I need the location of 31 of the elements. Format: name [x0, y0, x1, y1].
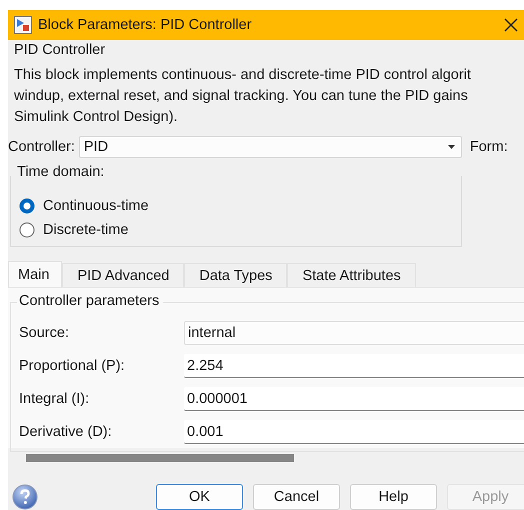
- dialog-button[interactable]: OK: [156, 484, 243, 510]
- parameter-field[interactable]: 0.000001: [184, 387, 524, 412]
- dialog-button[interactable]: Help: [350, 484, 437, 510]
- description-line: windup, external reset, and signal tracking. You can tune the PID gains: [14, 86, 469, 106]
- tab[interactable]: PID Advanced: [62, 262, 184, 289]
- description-line: Simulink Control Design).: [14, 108, 179, 127]
- block-title: PID Controller: [14, 42, 106, 59]
- tab[interactable]: Main: [8, 260, 62, 289]
- scrollbar-thumb[interactable]: [26, 454, 294, 462]
- description-line: This block implements continuous- and discrete-time PID control algorit: [14, 66, 472, 85]
- window-title: Block Parameters: PID Controller: [38, 17, 252, 33]
- group-title: Controller parameters: [17, 292, 164, 309]
- parameter-field[interactable]: 0.001: [184, 420, 524, 444]
- parameter-label: Proportional (P):: [18, 358, 126, 374]
- tab[interactable]: State Attributes: [287, 262, 416, 289]
- form-label: Form:: [470, 138, 508, 155]
- parameter-dropdown[interactable]: internal: [184, 321, 524, 346]
- close-icon[interactable]: [504, 18, 518, 32]
- parameter-field[interactable]: 2.254: [184, 354, 524, 378]
- dialog-button[interactable]: Cancel: [253, 484, 340, 510]
- parameter-label: Integral (I):: [18, 391, 90, 408]
- radio-option[interactable]: Continuous-time: [19, 198, 461, 214]
- caret-icon: [448, 144, 455, 149]
- block-icon: [14, 16, 32, 34]
- tab[interactable]: Data Types: [184, 262, 288, 289]
- controller-dropdown[interactable]: PID: [78, 136, 462, 158]
- help-icon[interactable]: [12, 484, 38, 510]
- parameter-label: Derivative (D):: [18, 424, 113, 440]
- radio-option[interactable]: Discrete-time: [19, 222, 461, 238]
- parameter-label: Source:: [18, 325, 70, 342]
- controller-label: Controller:: [8, 138, 75, 155]
